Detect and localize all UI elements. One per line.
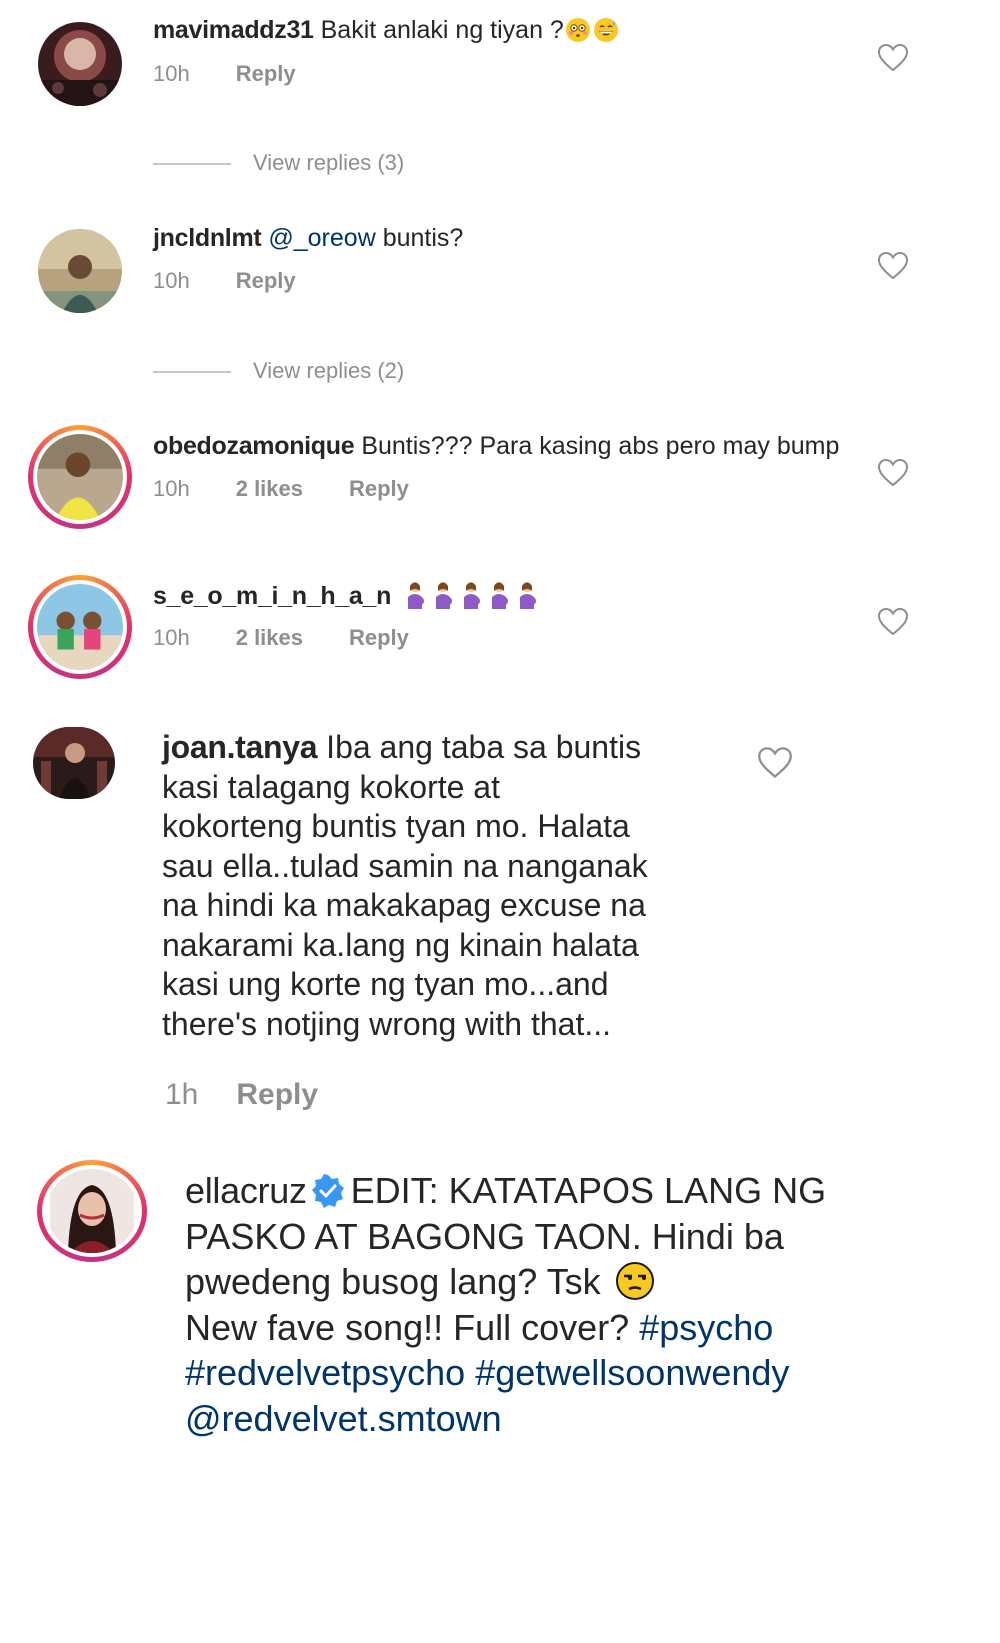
reply-button[interactable]: Reply (236, 1078, 318, 1111)
like-heart-icon[interactable] (877, 43, 909, 73)
like-count[interactable]: 2 likes (236, 625, 303, 651)
comment-text: obedozamonique Buntis??? Para kasing abs… (153, 430, 839, 462)
comment-text: mavimaddz31 Bakit anlaki ng tiyan ? (153, 14, 618, 46)
view-replies-label: View replies (2) (253, 358, 405, 383)
avatar (37, 434, 123, 520)
avatar[interactable] (38, 229, 122, 313)
comment-line: Iba ang taba sa buntis (326, 729, 642, 765)
hashtag-link[interactable]: #psycho (639, 1307, 773, 1348)
comment-meta: 10h 2 likes Reply (153, 476, 409, 502)
story-ring[interactable] (28, 425, 132, 529)
story-ring[interactable] (37, 1160, 147, 1262)
avatar[interactable] (38, 22, 122, 106)
comment-body: buntis? (382, 224, 464, 252)
username[interactable]: ellacruz (185, 1170, 307, 1211)
reply-button[interactable]: Reply (349, 476, 409, 502)
pregnant-woman-emoji (520, 582, 537, 609)
like-heart-icon[interactable] (877, 251, 909, 281)
hashtag-link[interactable]: #getwellsoonwendy (475, 1352, 789, 1393)
username[interactable]: obedozamonique (153, 432, 355, 460)
comment-time: 10h (153, 268, 190, 293)
like-count[interactable]: 2 likes (236, 476, 303, 502)
username[interactable]: s_e_o_m_i_n_h_a_n (153, 582, 391, 610)
comment-text: joan.tanya Iba ang taba sa buntis kasi t… (162, 728, 722, 1044)
comment-meta: 10h Reply (153, 268, 296, 294)
avatar (37, 584, 123, 670)
reply-button[interactable]: Reply (349, 625, 409, 651)
username[interactable]: jncldnlmt (153, 224, 262, 252)
comment-meta: 10h 2 likes Reply (153, 625, 409, 651)
avatar (46, 1169, 138, 1253)
pregnant-woman-emoji (492, 582, 509, 609)
comments-screen: mavimaddz31 Bakit anlaki ng tiyan ? 10h R… (0, 0, 1000, 1643)
pregnant-woman-emoji (464, 582, 481, 609)
comment-line: na hindi ka makakapag excuse na (162, 887, 646, 923)
like-heart-icon[interactable] (877, 607, 909, 637)
caption-line: pwedeng busog lang? Tsk (185, 1261, 601, 1302)
comment-meta: 1h Reply (165, 1078, 318, 1112)
comment-line: kasi ung korte ng tyan mo...and (162, 966, 609, 1002)
username[interactable]: mavimaddz31 (153, 16, 314, 44)
like-heart-icon[interactable] (877, 458, 909, 488)
caption-line: PASKO AT BAGONG TAON. Hindi ba (185, 1215, 784, 1257)
view-replies-button[interactable]: View replies (2) (153, 358, 404, 384)
unamused-face-emoji (615, 1262, 654, 1300)
comment-time: 10h (153, 625, 190, 650)
avatar[interactable] (33, 727, 115, 799)
reply-button[interactable]: Reply (236, 268, 296, 294)
view-replies-label: View replies (3) (253, 150, 405, 175)
like-heart-icon[interactable] (757, 746, 793, 780)
comment-text: jncldnlmt @_oreow buntis? (153, 222, 463, 254)
mention-link[interactable]: @redvelvet.smtown (185, 1398, 502, 1439)
comment-time: 1h (165, 1078, 199, 1111)
flushed-face-emoji (565, 18, 590, 42)
caption-line: EDIT: KATATAPOS LANG NG (350, 1170, 827, 1211)
comment-line: kasi talagang kokorte at (162, 768, 500, 805)
emoji-row (404, 582, 544, 610)
comment-line: kokorteng buntis tyan mo. Halata (162, 808, 630, 844)
mention-link[interactable]: @_oreow (268, 224, 375, 252)
pregnant-woman-emoji (408, 582, 425, 609)
comment-body: Bakit anlaki ng tiyan ? (320, 16, 564, 44)
comment-line: sau ella..tulad samin na nanganak (162, 847, 648, 884)
grinning-sweat-emoji (593, 18, 618, 42)
comment-line: there's notjing wrong with that... (162, 1005, 612, 1042)
verified-badge-icon (311, 1174, 344, 1208)
comment-meta: 10h Reply (153, 61, 296, 87)
view-replies-button[interactable]: View replies (3) (153, 150, 404, 176)
comment-text: s_e_o_m_i_n_h_a_n (153, 580, 544, 612)
comment-body: Buntis??? Para kasing abs pero may bump (361, 432, 840, 460)
divider-line (153, 163, 231, 166)
comment-time: 10h (153, 61, 190, 86)
divider-line (153, 371, 231, 374)
username[interactable]: joan.tanya (162, 729, 318, 765)
caption-text: ellacruz EDIT: KATATAPOS LANG NG PASKO AT… (185, 1168, 885, 1441)
hashtag-link[interactable]: #redvelvetpsycho (185, 1352, 465, 1393)
caption-line: New fave song!! Full cover? (185, 1306, 630, 1348)
pregnant-woman-emoji (436, 582, 453, 609)
comment-time: 10h (153, 476, 190, 501)
comment-line: nakarami ka.lang ng kinain halata (162, 926, 639, 963)
reply-button[interactable]: Reply (236, 61, 296, 87)
story-ring[interactable] (28, 575, 132, 679)
